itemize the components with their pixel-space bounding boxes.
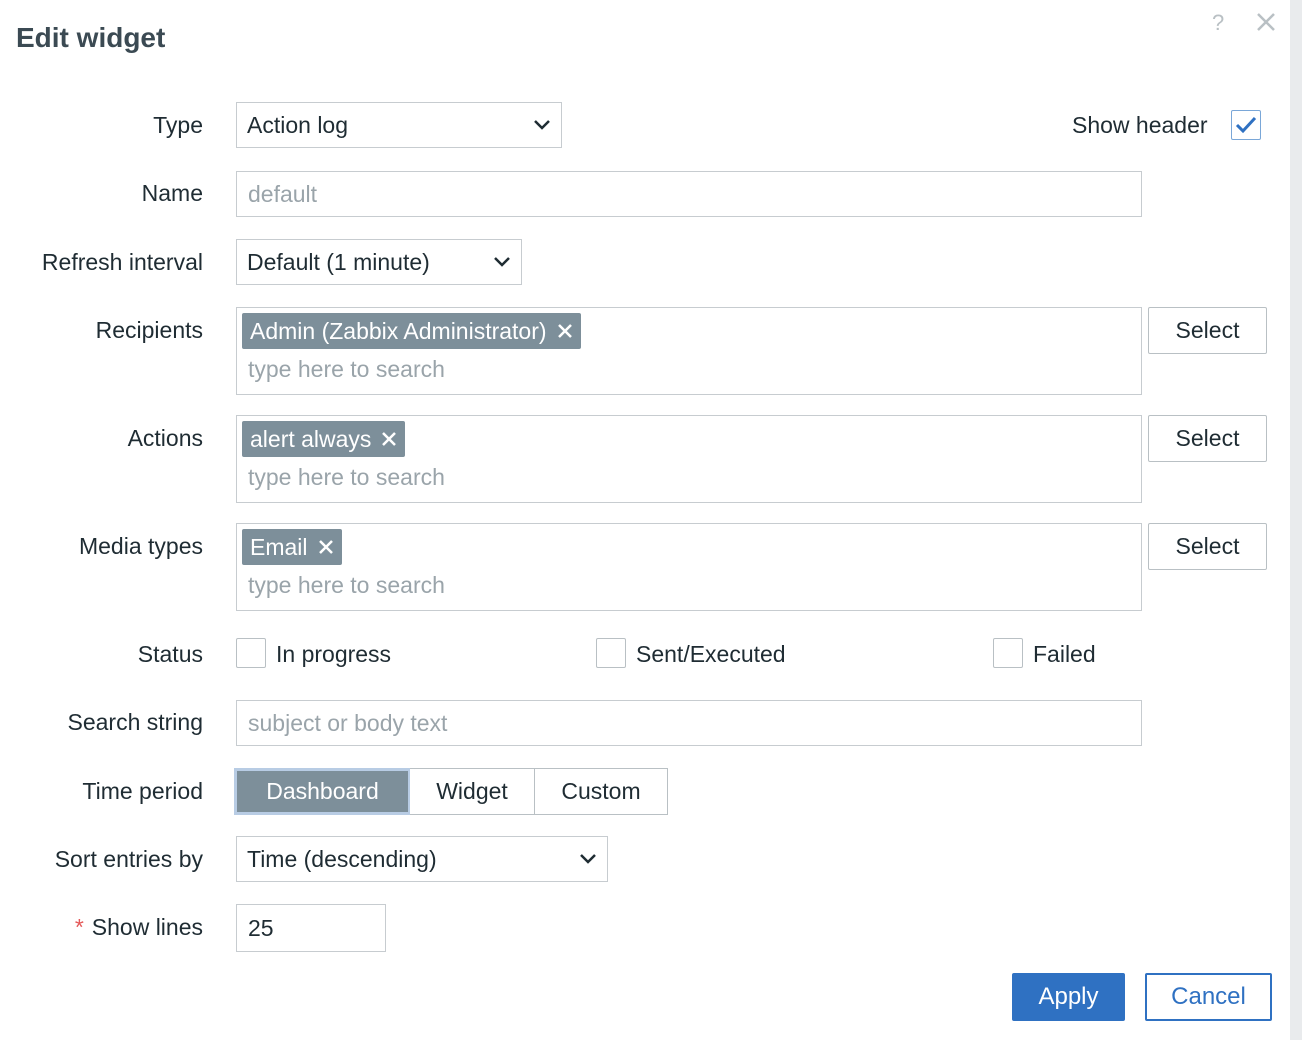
type-select-value: Action log	[247, 111, 349, 138]
status-in-progress-checkbox[interactable]	[236, 638, 266, 668]
refresh-interval-label: Refresh interval	[41, 249, 203, 275]
dialog-scroll-shade	[1290, 0, 1302, 1040]
recipients-label: Recipients	[95, 317, 203, 343]
chevron-down-icon	[580, 854, 596, 864]
recipient-chip: Admin (Zabbix Administrator)	[242, 313, 581, 349]
status-in-progress-label: In progress	[276, 641, 392, 667]
edit-widget-dialog: Edit widget ? Type Action log Show heade…	[0, 0, 1290, 1040]
search-string-placeholder: subject or body text	[248, 709, 448, 736]
show-lines-value: 25	[248, 914, 274, 941]
media-types-select-button[interactable]: Select	[1148, 523, 1267, 570]
show-lines-label: * Show lines	[75, 914, 203, 941]
show-header-label: Show header	[1072, 112, 1208, 138]
type-select[interactable]: Action log	[236, 102, 562, 148]
cancel-button[interactable]: Cancel	[1145, 973, 1272, 1021]
actions-select-button[interactable]: Select	[1148, 415, 1267, 462]
media-types-search-input[interactable]: type here to search	[248, 572, 445, 599]
type-label: Type	[153, 112, 203, 138]
refresh-interval-select[interactable]: Default (1 minute)	[236, 239, 522, 285]
checkmark-icon	[1235, 116, 1257, 134]
media-types-multiselect[interactable]: Email type here to search	[236, 523, 1142, 611]
search-string-label: Search string	[67, 709, 203, 735]
remove-icon[interactable]	[318, 539, 334, 555]
refresh-interval-value: Default (1 minute)	[247, 248, 430, 275]
media-type-chip-label: Email	[250, 533, 308, 560]
sort-entries-select[interactable]: Time (descending)	[236, 836, 608, 882]
apply-button[interactable]: Apply	[1012, 973, 1125, 1021]
close-icon[interactable]	[1254, 10, 1278, 34]
recipients-select-button[interactable]: Select	[1148, 307, 1267, 354]
name-input[interactable]: default	[236, 171, 1142, 217]
name-label: Name	[141, 180, 203, 206]
status-failed-label: Failed	[1033, 641, 1096, 667]
recipient-chip-label: Admin (Zabbix Administrator)	[250, 317, 547, 344]
show-lines-label-text: Show lines	[91, 914, 203, 940]
recipients-search-input[interactable]: type here to search	[248, 356, 445, 383]
name-placeholder: default	[248, 180, 318, 207]
status-sent-executed-checkbox[interactable]	[596, 638, 626, 668]
remove-icon[interactable]	[557, 323, 573, 339]
remove-icon[interactable]	[381, 431, 397, 447]
sort-entries-value: Time (descending)	[247, 845, 437, 872]
actions-search-input[interactable]: type here to search	[248, 464, 445, 491]
sort-entries-label: Sort entries by	[54, 846, 203, 872]
action-chip-label: alert always	[250, 425, 372, 452]
time-period-widget[interactable]: Widget	[410, 768, 535, 815]
status-sent-executed-label: Sent/Executed	[636, 641, 786, 667]
media-type-chip: Email	[242, 529, 342, 565]
dialog-title: Edit widget	[16, 22, 166, 53]
show-lines-input[interactable]: 25	[236, 904, 386, 952]
time-period-label: Time period	[82, 778, 203, 804]
show-header-checkbox[interactable]	[1231, 110, 1261, 140]
status-failed-checkbox[interactable]	[993, 638, 1023, 668]
recipients-multiselect[interactable]: Admin (Zabbix Administrator) type here t…	[236, 307, 1142, 395]
chevron-down-icon	[494, 257, 510, 267]
time-period-dashboard[interactable]: Dashboard	[234, 768, 411, 815]
actions-label: Actions	[127, 425, 203, 451]
media-types-label: Media types	[78, 533, 203, 559]
search-string-input[interactable]: subject or body text	[236, 700, 1142, 746]
action-chip: alert always	[242, 421, 406, 457]
time-period-custom[interactable]: Custom	[534, 768, 668, 815]
chevron-down-icon	[534, 120, 550, 130]
actions-multiselect[interactable]: alert always type here to search	[236, 415, 1142, 503]
status-label: Status	[137, 641, 203, 667]
required-marker: *	[74, 914, 84, 940]
help-icon[interactable]: ?	[1212, 10, 1224, 36]
